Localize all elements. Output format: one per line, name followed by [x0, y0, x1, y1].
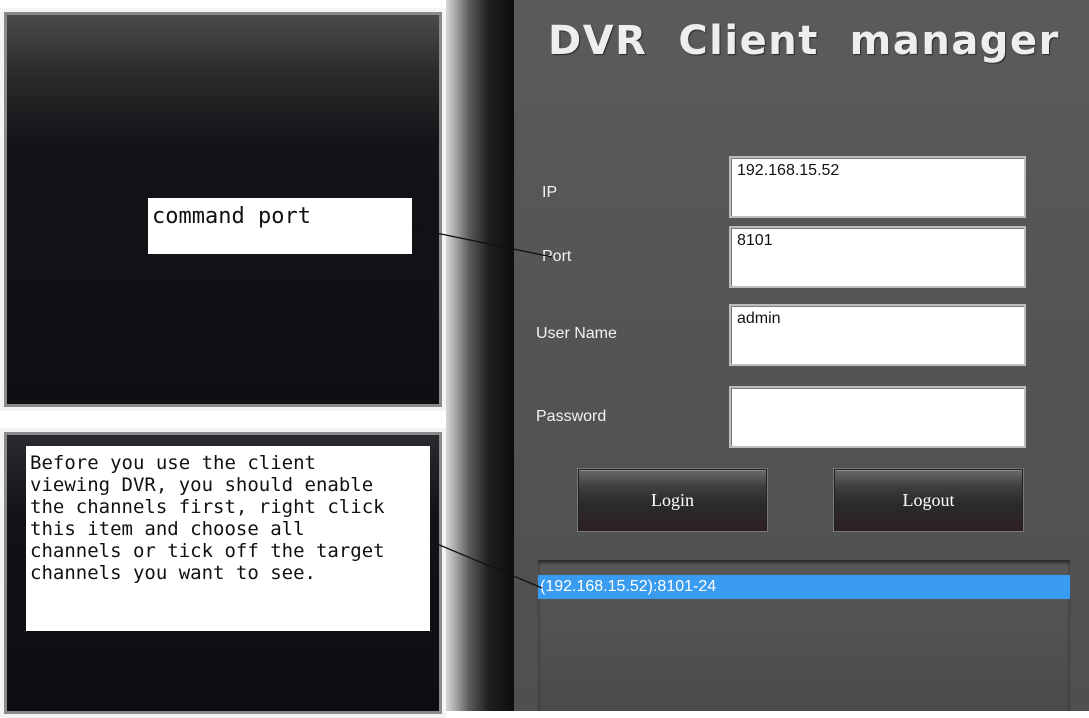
device-list-item[interactable]: (192.168.15.52):8101-24 — [538, 575, 1070, 599]
command-port-callout: command port — [148, 198, 412, 254]
ip-label: IP — [542, 184, 558, 201]
device-list[interactable]: (192.168.15.52):8101-24 — [538, 560, 1070, 711]
username-input[interactable]: admin — [729, 304, 1026, 366]
enable-channels-callout: Before you use the client viewing DVR, y… — [26, 446, 430, 631]
login-button[interactable]: Login — [578, 469, 767, 531]
username-label: User Name — [536, 325, 617, 342]
password-input[interactable] — [729, 386, 1026, 448]
panel-divider — [446, 0, 524, 711]
logout-button[interactable]: Logout — [834, 469, 1023, 531]
ip-input[interactable]: 192.168.15.52 — [729, 156, 1026, 218]
port-label: Port — [542, 248, 572, 265]
password-label: Password — [536, 408, 607, 425]
port-input[interactable]: 8101 — [729, 226, 1026, 288]
app-title: DVR Client manager — [548, 18, 1060, 64]
